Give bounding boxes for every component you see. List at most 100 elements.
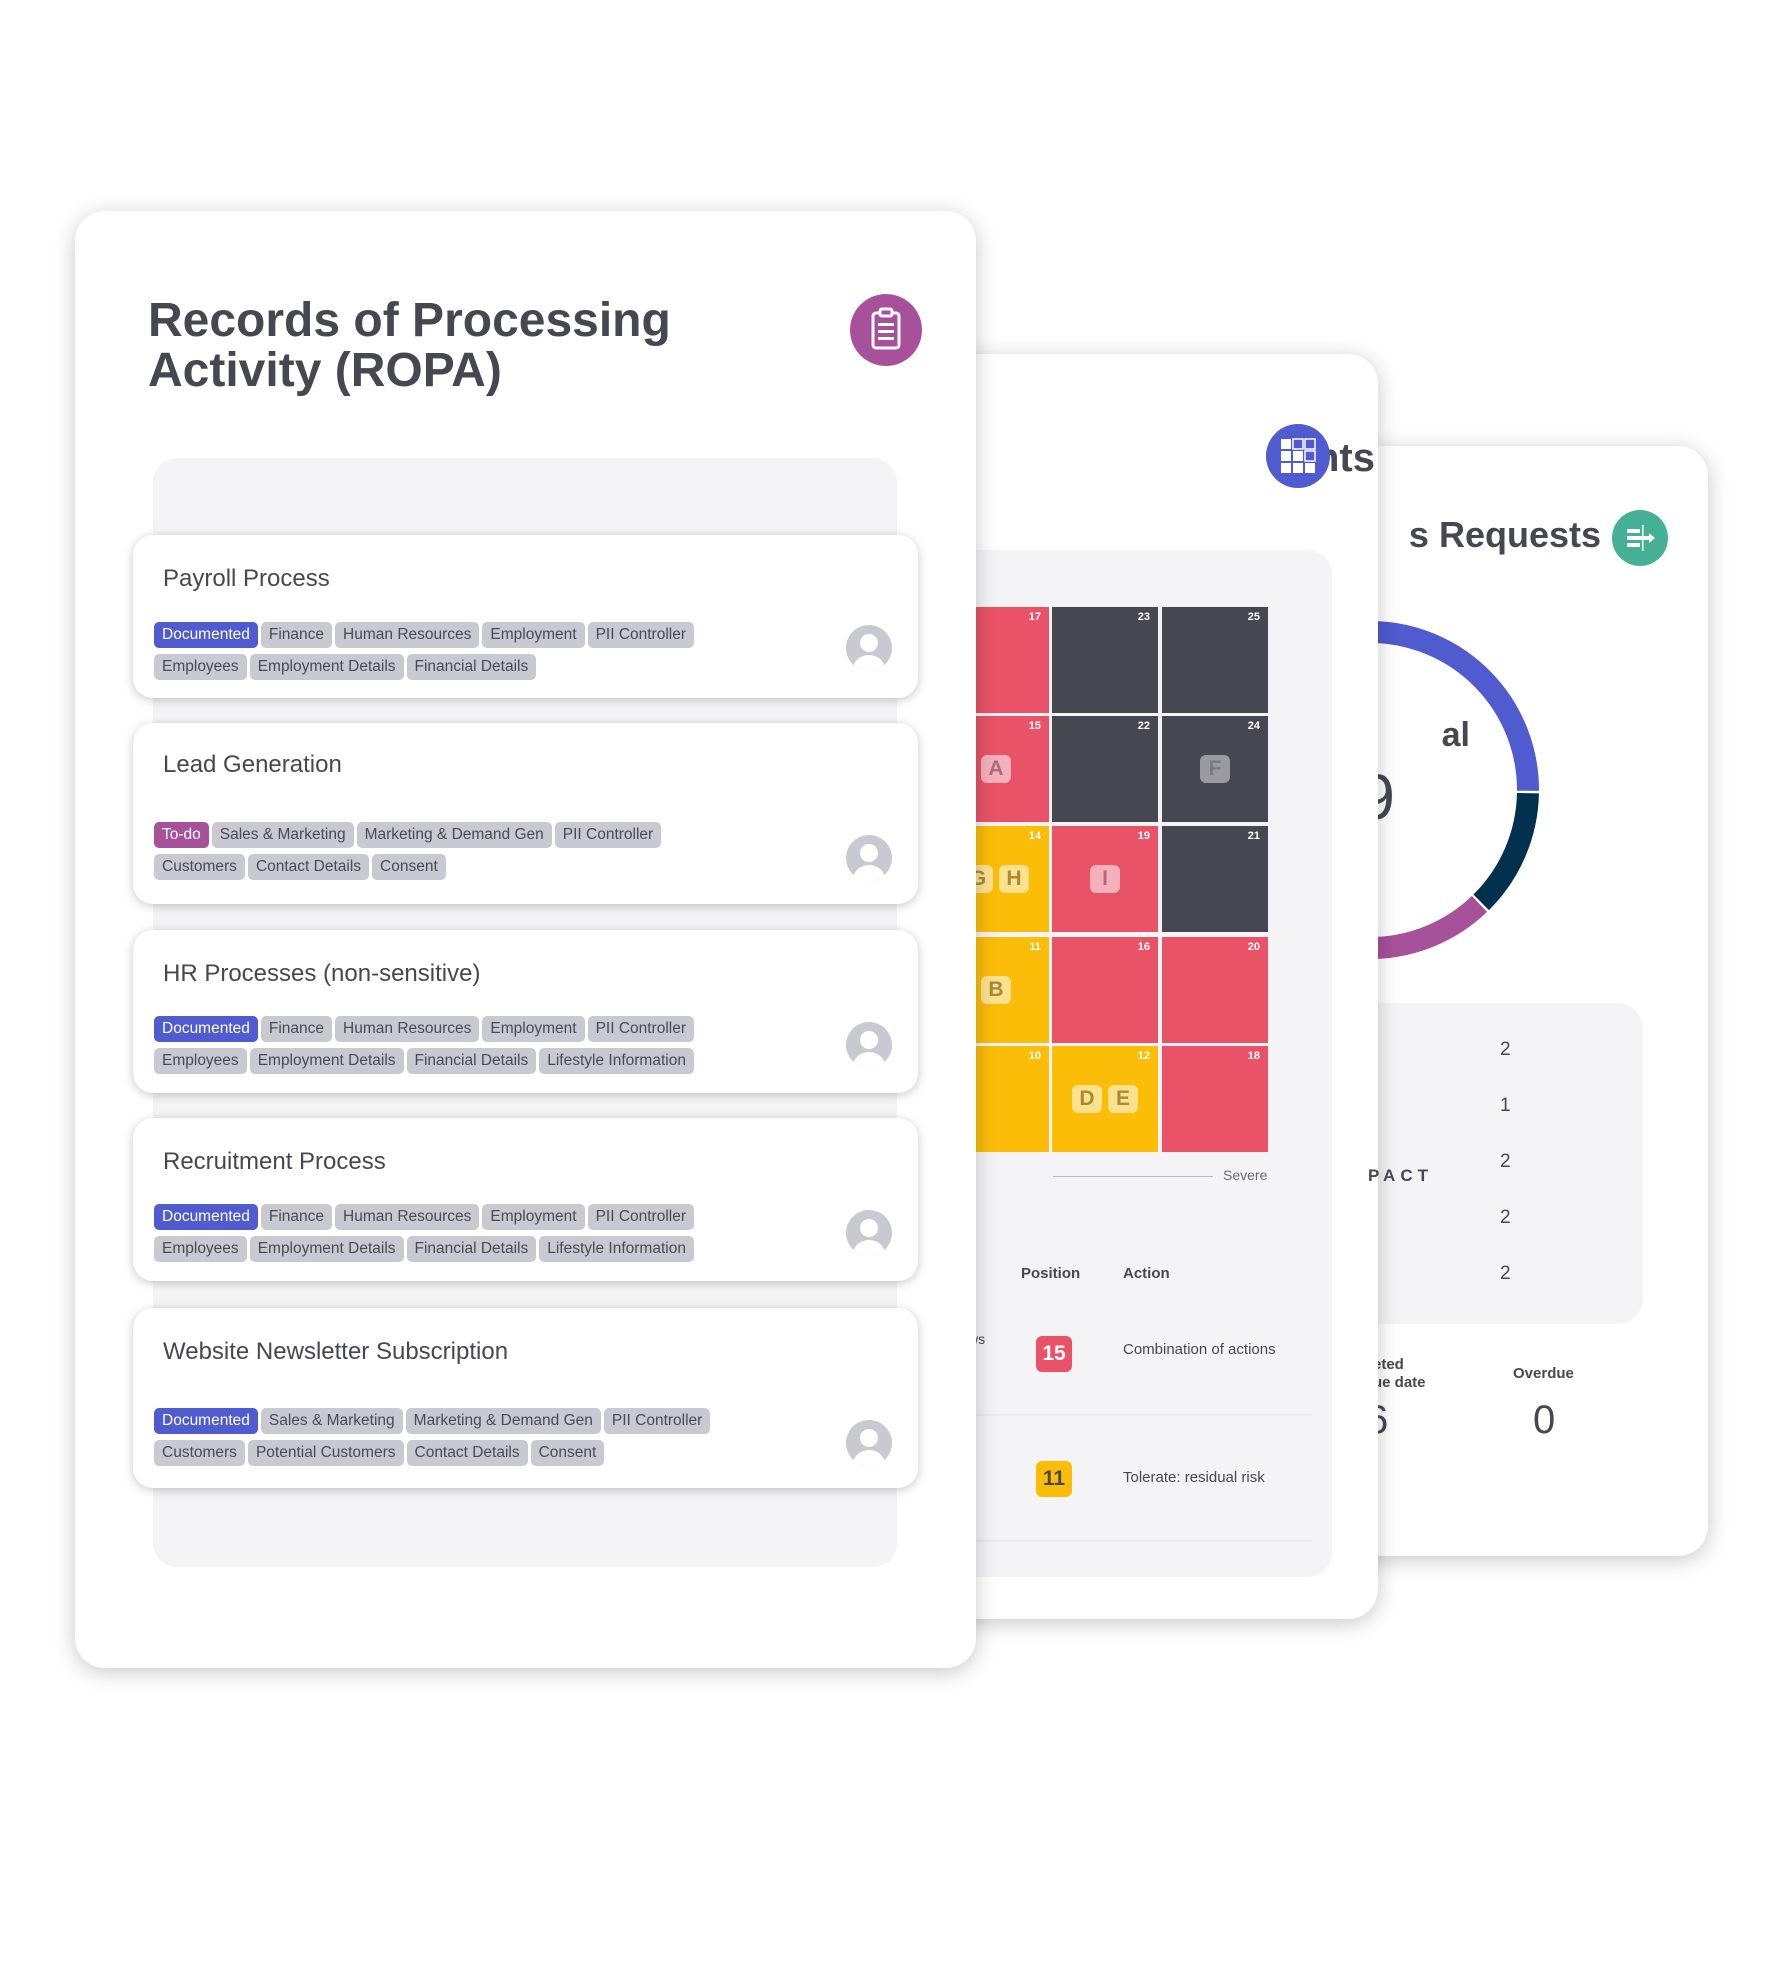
risk-marker[interactable]: A — [981, 755, 1011, 783]
matrix-cell[interactable]: 25 — [1162, 607, 1268, 713]
status-badge[interactable]: Documented — [154, 622, 258, 648]
matrix-cell[interactable]: 12 D E — [1052, 1046, 1158, 1152]
avatar[interactable] — [846, 835, 892, 881]
requests-card-title: s Requests — [1408, 514, 1601, 555]
matrix-cell[interactable]: 19 I — [1052, 826, 1158, 932]
tag[interactable]: PII Controller — [587, 622, 695, 648]
status-badge[interactable]: Documented — [154, 1204, 258, 1230]
tag[interactable]: Lifestyle Information — [539, 1048, 694, 1074]
impact-axis-line — [1053, 1176, 1213, 1177]
tag[interactable]: Human Resources — [335, 622, 480, 648]
cell-score: 25 — [1247, 611, 1260, 623]
impact-axis-max-label: Severe — [1223, 1167, 1268, 1183]
status-badge[interactable]: Documented — [154, 1016, 258, 1042]
tag[interactable]: Contact Details — [406, 1440, 528, 1466]
tag[interactable]: Human Resources — [335, 1016, 480, 1042]
matrix-cell[interactable]: 16 — [1052, 937, 1158, 1043]
column-header-action: Action — [1123, 1265, 1170, 1282]
tag[interactable]: Financial Details — [406, 654, 537, 680]
tag[interactable]: Marketing & Demand Gen — [356, 822, 552, 848]
tag[interactable]: PII Controller — [603, 1408, 711, 1434]
cell-score: 23 — [1137, 611, 1150, 623]
status-badge[interactable]: To-do — [154, 822, 209, 848]
cell-score: 12 — [1137, 1050, 1150, 1062]
tag[interactable]: Sales & Marketing — [211, 822, 354, 848]
avatar[interactable] — [846, 1420, 892, 1466]
clipboard-icon[interactable] — [850, 294, 922, 366]
tag[interactable]: Financial Details — [406, 1048, 537, 1074]
avatar[interactable] — [846, 625, 892, 671]
matrix-cell[interactable]: 18 — [1162, 1046, 1268, 1152]
request-count: 2 — [1500, 1039, 1511, 1060]
tag-list: Documented Finance Human Resources Employme… — [154, 1016, 754, 1074]
list-item[interactable]: Lead Generation To-do Sales & Marketing Ma… — [133, 723, 918, 904]
donut-segment[interactable] — [1372, 621, 1539, 791]
tag[interactable]: PII Controller — [554, 822, 662, 848]
grid-matrix-icon[interactable] — [1266, 424, 1330, 488]
tag[interactable]: Contact Details — [247, 854, 370, 880]
request-count: 2 — [1500, 1263, 1511, 1284]
tag[interactable]: Employment Details — [249, 1048, 404, 1074]
cell-score: 16 — [1137, 941, 1150, 953]
cell-score: 19 — [1137, 830, 1150, 842]
tag[interactable]: Sales & Marketing — [260, 1408, 403, 1434]
tag[interactable]: Employment Details — [249, 1236, 404, 1262]
tag-list: Documented Finance Human Resources Employme… — [154, 1204, 754, 1262]
list-item[interactable]: HR Processes (non-sensitive) Documented F… — [133, 930, 918, 1093]
tag[interactable]: PII Controller — [587, 1016, 695, 1042]
tag[interactable]: Employees — [154, 654, 247, 680]
tag[interactable]: Employment — [482, 1016, 585, 1042]
request-count: 1 — [1500, 1095, 1511, 1116]
risk-marker[interactable]: D — [1072, 1085, 1102, 1113]
risk-marker[interactable]: E — [1108, 1085, 1138, 1113]
matrix-cell[interactable]: 24 F — [1162, 716, 1268, 822]
avatar[interactable] — [846, 1210, 892, 1256]
position-badge: 15 — [1036, 1336, 1072, 1372]
donut-segment[interactable] — [1473, 792, 1539, 911]
list-item[interactable]: Website Newsletter Subscription Document… — [133, 1308, 918, 1488]
item-title: Recruitment Process — [163, 1148, 386, 1175]
risk-marker[interactable]: B — [981, 976, 1011, 1004]
risk-marker[interactable]: H — [999, 865, 1029, 893]
matrix-cell[interactable]: 23 — [1052, 607, 1158, 713]
list-item[interactable]: Payroll Process Documented Finance Human R… — [133, 535, 918, 698]
tag[interactable]: Customers — [154, 1440, 245, 1466]
tag[interactable]: Finance — [260, 622, 333, 648]
cell-score: 18 — [1247, 1050, 1260, 1062]
tag[interactable]: PII Controller — [587, 1204, 695, 1230]
avatar[interactable] — [846, 1022, 892, 1068]
tag[interactable]: Consent — [372, 854, 446, 880]
tag[interactable]: Marketing & Demand Gen — [405, 1408, 601, 1434]
column-header-position: Position — [1021, 1265, 1081, 1282]
tag[interactable]: Potential Customers — [247, 1440, 404, 1466]
status-badge[interactable]: Documented — [154, 1408, 258, 1434]
action-text[interactable]: Tolerate: residual risk — [1123, 1469, 1265, 1486]
tag[interactable]: Employment — [482, 622, 585, 648]
action-text[interactable]: Combination of actions — [1123, 1341, 1276, 1358]
tag[interactable]: Customers — [154, 854, 245, 880]
tag[interactable]: Finance — [260, 1204, 333, 1230]
tag[interactable]: Consent — [530, 1440, 605, 1466]
list-item[interactable]: Recruitment Process Documented Finance Hum… — [133, 1118, 918, 1281]
route-arrow-icon[interactable] — [1612, 510, 1668, 566]
cell-score: 14 — [1028, 830, 1041, 842]
position-badge: 11 — [1036, 1461, 1072, 1497]
matrix-cell[interactable]: 22 — [1052, 716, 1158, 822]
tag[interactable]: Human Resources — [335, 1204, 480, 1230]
item-title: Website Newsletter Subscription — [163, 1338, 509, 1365]
tag[interactable]: Employment — [482, 1204, 585, 1230]
request-count: 2 — [1500, 1151, 1511, 1172]
cell-score: 17 — [1028, 611, 1041, 623]
tag[interactable]: Employees — [154, 1236, 247, 1262]
page-title: Records of Processing Activity (ROPA) — [148, 294, 671, 397]
matrix-cell[interactable]: 20 — [1162, 937, 1268, 1043]
tag[interactable]: Employment Details — [249, 654, 404, 680]
tag[interactable]: Finance — [260, 1016, 333, 1042]
risk-marker[interactable]: I — [1090, 865, 1120, 893]
risk-marker[interactable]: F — [1200, 755, 1230, 783]
tag[interactable]: Employees — [154, 1048, 247, 1074]
matrix-cell[interactable]: 21 — [1162, 826, 1268, 932]
tag[interactable]: Financial Details — [406, 1236, 537, 1262]
cell-score: 10 — [1028, 1050, 1041, 1062]
tag[interactable]: Lifestyle Information — [539, 1236, 694, 1262]
